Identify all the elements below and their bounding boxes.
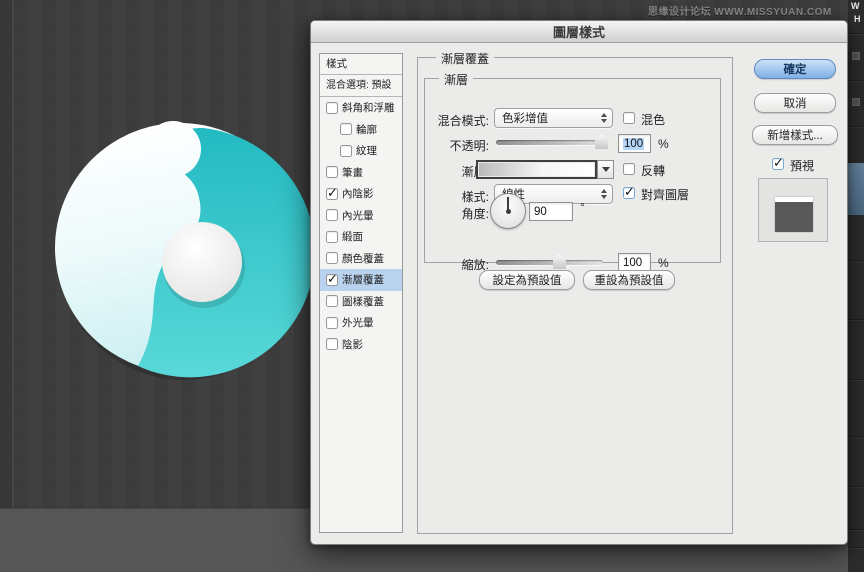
- style-item-label: 內光暈: [342, 208, 374, 223]
- style-item-checkbox[interactable]: [326, 102, 338, 114]
- check-icon: ✓: [327, 271, 338, 287]
- style-item-label: 顏色覆蓋: [342, 251, 384, 266]
- style-item-checkbox[interactable]: [326, 166, 338, 178]
- style-item-label: 輪廓: [356, 122, 377, 137]
- style-item-label: 圖樣覆蓋: [342, 294, 384, 309]
- angle-label: 角度:: [399, 205, 489, 222]
- style-item-4[interactable]: ✓ 內陰影: [320, 183, 402, 205]
- style-item-7[interactable]: 顏色覆蓋: [320, 248, 402, 270]
- right-panel-strip: W H: [848, 0, 864, 572]
- reverse-checkbox[interactable]: [623, 163, 635, 175]
- style-item-checkbox[interactable]: ✓: [326, 274, 338, 286]
- updown-arrows-icon: [601, 113, 607, 123]
- opacity-slider[interactable]: [496, 140, 608, 145]
- set-as-default-button[interactable]: 設定為預設值: [479, 270, 575, 290]
- opacity-value: 100: [623, 138, 644, 150]
- style-item-checkbox[interactable]: [340, 145, 352, 157]
- ok-button[interactable]: 確定: [754, 59, 836, 79]
- style-item-9[interactable]: 圖樣覆蓋: [320, 291, 402, 313]
- dialog-title: 圖層樣式: [553, 22, 605, 41]
- style-item-5[interactable]: 內光暈: [320, 205, 402, 227]
- style-item-checkbox[interactable]: [326, 209, 338, 221]
- style-item-label: 陰影: [342, 337, 363, 352]
- style-item-checkbox[interactable]: [326, 295, 338, 307]
- angle-input[interactable]: 90: [529, 202, 573, 221]
- styles-list-panel: 樣式 混合選項: 預設 斜角和浮雕輪廓紋理筆畫 ✓ 內陰影內光暈緞面顏色覆蓋 ✓ 漸層覆…: [319, 53, 403, 533]
- check-icon: ✓: [773, 155, 784, 171]
- style-item-1[interactable]: 輪廓: [320, 119, 402, 141]
- style-item-label: 斜角和浮雕: [342, 100, 395, 115]
- updown-arrows-icon: [601, 189, 607, 199]
- scale-slider[interactable]: [496, 260, 603, 265]
- style-item-3[interactable]: 筆畫: [320, 162, 402, 184]
- style-item-2[interactable]: 紋理: [320, 140, 402, 162]
- photoshop-workspace: 思缘设计论坛 WWW.MISSYUAN.COM W H: [0, 0, 864, 572]
- reverse-label: 反轉: [641, 162, 665, 179]
- blending-options-item[interactable]: 混合選項: 預設: [320, 75, 402, 97]
- style-item-label: 內陰影: [342, 186, 374, 201]
- opacity-label: 不透明:: [399, 137, 489, 154]
- style-item-label: 紋理: [356, 143, 377, 158]
- styles-header: 樣式: [320, 54, 402, 75]
- blend-mode-select[interactable]: 色彩增值: [494, 108, 613, 128]
- style-list: 斜角和浮雕輪廓紋理筆畫 ✓ 內陰影內光暈緞面顏色覆蓋 ✓ 漸層覆蓋圖樣覆蓋外光暈陰影: [320, 97, 402, 355]
- align-with-layer-label: 對齊圖層: [641, 186, 689, 203]
- down-arrow-icon: [602, 167, 610, 172]
- blend-mode-label: 混合模式:: [399, 112, 489, 129]
- dither-label: 混色: [641, 111, 665, 128]
- angle-dial[interactable]: [490, 193, 526, 229]
- panel-mini-icon[interactable]: [852, 52, 860, 60]
- dither-checkbox[interactable]: [623, 112, 635, 124]
- style-item-checkbox[interactable]: [340, 123, 352, 135]
- gradient-swatch[interactable]: [476, 160, 597, 179]
- check-icon: ✓: [624, 184, 635, 200]
- blend-mode-value: 色彩增值: [502, 110, 548, 126]
- style-item-0[interactable]: 斜角和浮雕: [320, 97, 402, 119]
- preview-checkbox[interactable]: ✓: [772, 158, 784, 170]
- scale-label: 縮放:: [399, 256, 489, 273]
- opacity-unit: %: [658, 137, 669, 151]
- strip-letter-w: W: [851, 1, 860, 11]
- group-title: 漸層覆蓋: [436, 50, 494, 67]
- style-label: 樣式:: [399, 188, 489, 205]
- style-item-checkbox[interactable]: [326, 317, 338, 329]
- watermark-text: 思缘设计论坛 WWW.MISSYUAN.COM: [648, 3, 848, 18]
- reset-to-default-button[interactable]: 重設為預設值: [583, 270, 675, 290]
- strip-letter-h: H: [854, 14, 861, 24]
- angle-hub: [506, 209, 511, 214]
- cancel-button[interactable]: 取消: [754, 93, 836, 113]
- logo-hook-notch: [145, 121, 201, 177]
- align-with-layer-checkbox[interactable]: ✓: [623, 187, 635, 199]
- style-item-label: 緞面: [342, 229, 363, 244]
- style-item-checkbox[interactable]: [326, 231, 338, 243]
- subgroup-title: 漸層: [439, 71, 473, 88]
- angle-value: 90: [534, 206, 547, 218]
- style-item-checkbox[interactable]: ✓: [326, 188, 338, 200]
- dialog-titlebar[interactable]: 圖層樣式: [311, 21, 847, 43]
- style-item-label: 漸層覆蓋: [342, 272, 384, 287]
- gradient-picker-button[interactable]: [597, 160, 614, 179]
- style-preview-swatch: [758, 178, 828, 242]
- angle-unit: °: [580, 200, 585, 214]
- layer-style-dialog: 圖層樣式 樣式 混合選項: 預設 斜角和浮雕輪廓紋理筆畫 ✓ 內陰影內光暈緞面顏色覆…: [310, 20, 848, 545]
- panel-mini-icon[interactable]: [852, 98, 860, 106]
- style-item-label: 筆畫: [342, 165, 363, 180]
- logo-eye-circle: [162, 222, 242, 302]
- scale-value: 100: [623, 257, 642, 269]
- scale-unit: %: [658, 256, 669, 270]
- check-icon: ✓: [327, 185, 338, 201]
- opacity-input[interactable]: 100: [618, 134, 651, 153]
- style-item-label: 外光暈: [342, 315, 374, 330]
- style-item-8[interactable]: ✓ 漸層覆蓋: [320, 269, 402, 291]
- style-item-6[interactable]: 緞面: [320, 226, 402, 248]
- style-item-11[interactable]: 陰影: [320, 334, 402, 356]
- style-preview-thumbnail: [775, 197, 813, 232]
- preview-label: 預視: [790, 157, 814, 174]
- new-style-button[interactable]: 新增樣式...: [752, 125, 838, 145]
- yin-yang-logo-artwork: [0, 0, 330, 572]
- style-item-checkbox[interactable]: [326, 338, 338, 350]
- selected-layer-row[interactable]: [848, 163, 864, 215]
- style-item-10[interactable]: 外光暈: [320, 312, 402, 334]
- style-item-checkbox[interactable]: [326, 252, 338, 264]
